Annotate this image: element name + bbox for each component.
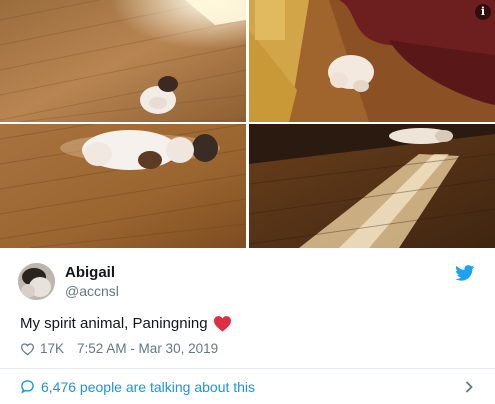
tweet-text: My spirit animal, Paningning — [20, 315, 232, 332]
avatar[interactable] — [18, 263, 55, 300]
display-name[interactable]: Abigail — [65, 264, 115, 281]
media-photo-2[interactable]: i — [249, 0, 495, 122]
tweet-card: Abigail @accnsl My spirit animal, Paning… — [0, 248, 495, 404]
media-grid: i — [0, 0, 495, 248]
tweet-meta: 17K 7:52 AM - Mar 30, 2019 — [20, 341, 218, 356]
media-photo-3[interactable] — [0, 124, 246, 248]
chevron-right-icon — [465, 381, 473, 393]
twitter-bird-icon[interactable] — [455, 265, 475, 281]
tweet-text-content: My spirit animal, Paningning — [20, 315, 208, 332]
speech-bubble-icon — [21, 380, 34, 394]
media-photo-1[interactable] — [0, 0, 246, 122]
conversation-text: 6,476 people are talking about this — [41, 378, 256, 395]
user-handle[interactable]: @accnsl — [65, 283, 119, 299]
timestamp[interactable]: 7:52 AM - Mar 30, 2019 — [77, 341, 218, 356]
red-heart-emoji-icon — [213, 316, 231, 332]
media-photo-4[interactable] — [249, 124, 495, 248]
like-count[interactable]: 17K — [40, 341, 64, 356]
heart-outline-icon[interactable] — [20, 342, 35, 356]
info-icon[interactable]: i — [475, 4, 491, 20]
conversation-link[interactable]: 6,476 people are talking about this — [0, 369, 495, 404]
